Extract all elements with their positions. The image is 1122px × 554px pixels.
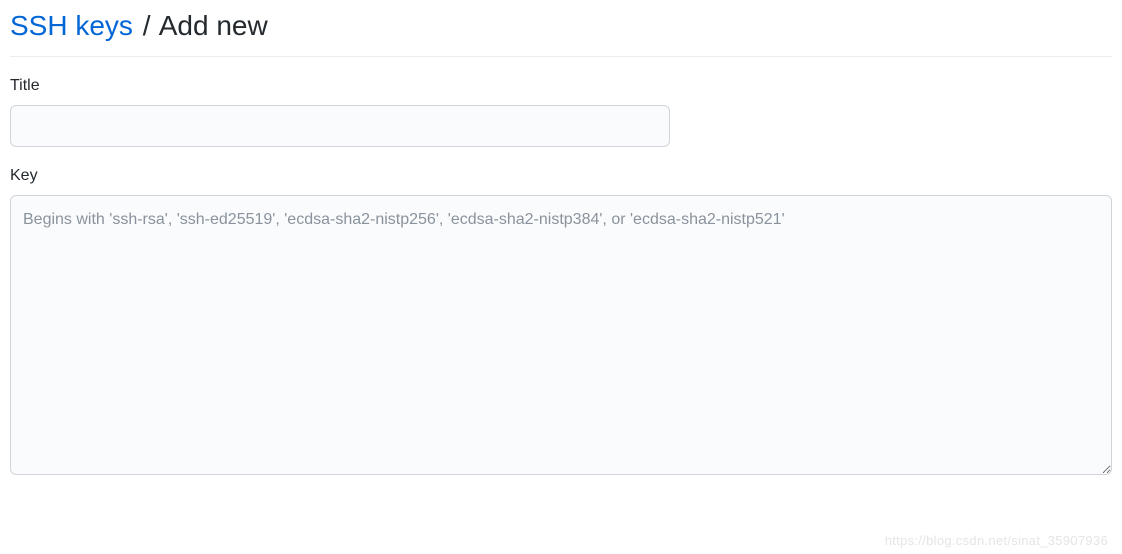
- breadcrumb-separator: /: [143, 10, 151, 41]
- title-input[interactable]: [10, 105, 670, 147]
- breadcrumb-current: Add new: [159, 10, 268, 41]
- breadcrumb-ssh-keys-link[interactable]: SSH keys: [10, 10, 133, 41]
- key-field-group: Key: [10, 167, 1112, 480]
- breadcrumb: SSH keys / Add new: [10, 10, 1112, 57]
- title-label: Title: [10, 77, 1112, 95]
- key-textarea[interactable]: [10, 195, 1112, 475]
- watermark-text: https://blog.csdn.net/sinat_35907936: [885, 533, 1108, 548]
- title-field-group: Title: [10, 77, 1112, 147]
- key-label: Key: [10, 167, 1112, 185]
